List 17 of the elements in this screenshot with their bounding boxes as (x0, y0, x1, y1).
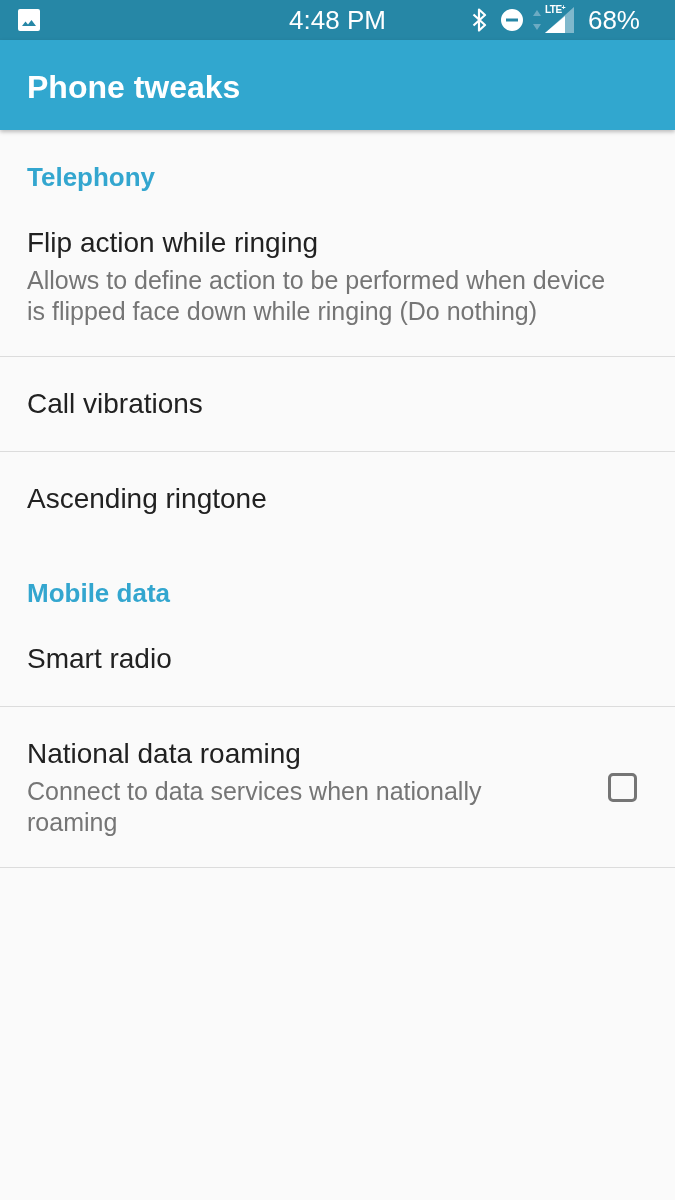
data-arrows-icon (532, 10, 541, 30)
app-title: Phone tweaks (27, 68, 241, 106)
battery-percentage: 68% (587, 5, 640, 35)
bluetooth-icon (471, 8, 487, 32)
checkbox[interactable] (608, 772, 637, 802)
do-not-disturb-icon (500, 9, 523, 31)
clock-time: 4:48 PM (289, 5, 386, 35)
setting-item[interactable]: Call vibrations (0, 357, 675, 452)
section-header: Telephony (27, 162, 157, 192)
image-icon (18, 9, 40, 31)
setting-item[interactable]: National data roaming Connect to data services when nationally roaming (0, 707, 675, 868)
setting-item[interactable]: Ascending ringtone (0, 452, 675, 546)
setting-item[interactable]: Flip action while ringing Allows to define action to be performed when device is flipped face down while ringing (Do nothing) (0, 196, 675, 357)
signal-icon (544, 7, 574, 33)
network-type-label: LTE$^{+}$ (544, 4, 566, 15)
setting-item[interactable]: Smart radio (0, 612, 675, 707)
section-header: Mobile data (27, 578, 171, 608)
